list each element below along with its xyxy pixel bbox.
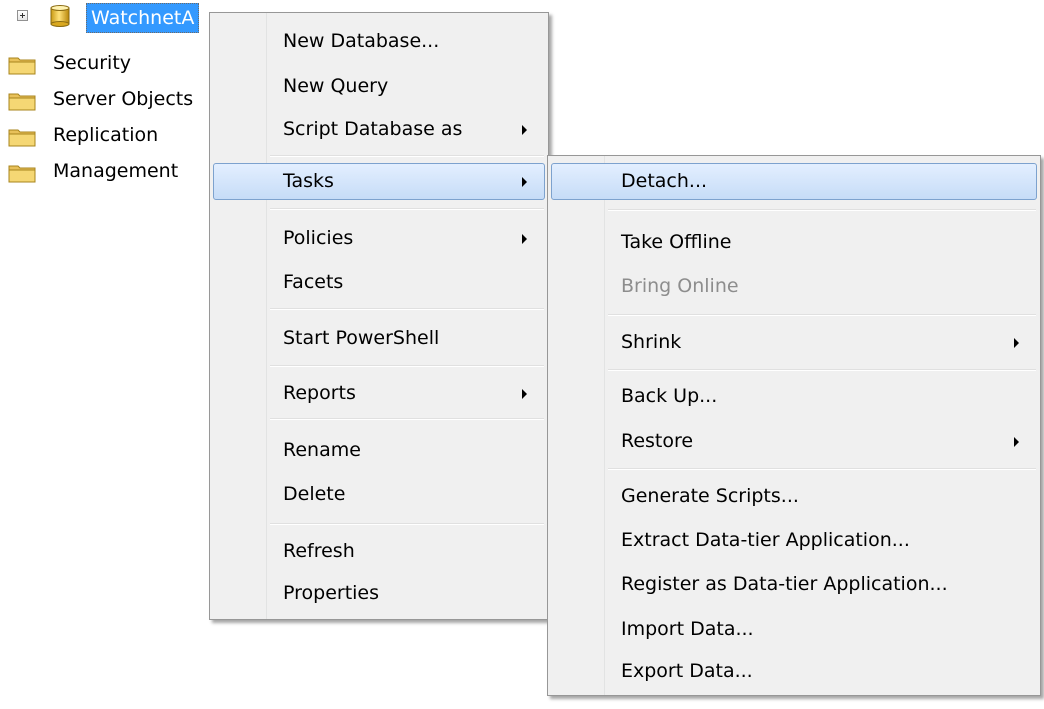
menu-item-rename[interactable]: Rename <box>213 432 545 469</box>
menu-separator <box>608 369 1036 371</box>
menu-item-label: Start PowerShell <box>283 327 440 349</box>
menu-item-label: Register as Data-tier Application... <box>621 573 948 595</box>
menu-item-extract-data-tier-application[interactable]: Extract Data-tier Application... <box>551 522 1037 559</box>
menu-separator <box>608 209 1036 211</box>
folder-label-server-objects[interactable]: Server Objects <box>53 88 193 110</box>
menu-item-label: Restore <box>621 430 694 452</box>
database-label[interactable]: WatchnetA <box>86 3 200 33</box>
menu-item-label: Shrink <box>621 331 682 353</box>
menu-item-label: Detach... <box>621 170 708 192</box>
menu-separator <box>270 365 544 367</box>
menu-separator <box>270 523 544 525</box>
tree-node-security[interactable]: Security <box>0 50 230 76</box>
submenu-arrow-icon <box>522 125 527 135</box>
tasks-submenu: Detach... Take Offline Bring Online Shri… <box>547 155 1041 696</box>
menu-separator <box>608 468 1036 470</box>
menu-item-refresh[interactable]: Refresh <box>213 533 545 570</box>
menu-item-register-data-tier-application[interactable]: Register as Data-tier Application... <box>551 566 1037 603</box>
menu-item-label: Export Data... <box>621 660 753 682</box>
menu-item-label: Facets <box>283 271 344 293</box>
menu-item-shrink[interactable]: Shrink <box>551 324 1037 361</box>
menu-item-tasks[interactable]: Tasks <box>213 163 545 200</box>
menu-separator <box>608 314 1036 316</box>
folder-label-management[interactable]: Management <box>53 160 178 182</box>
menu-item-label: Extract Data-tier Application... <box>621 529 910 551</box>
menu-item-generate-scripts[interactable]: Generate Scripts... <box>551 478 1037 515</box>
menu-separator <box>270 208 544 210</box>
folder-icon <box>8 93 36 111</box>
menu-item-start-powershell[interactable]: Start PowerShell <box>213 320 545 357</box>
folder-label-replication[interactable]: Replication <box>53 124 158 146</box>
database-icon <box>50 5 70 27</box>
folder-icon <box>8 165 36 183</box>
expand-plus-icon[interactable] <box>17 10 28 21</box>
menu-separator <box>270 418 544 420</box>
menu-item-label: Take Offline <box>621 231 732 253</box>
menu-item-label: New Database... <box>283 30 440 52</box>
tree-node-management[interactable]: Management <box>0 158 230 184</box>
menu-item-label: Properties <box>283 582 380 604</box>
menu-item-bring-online: Bring Online <box>551 268 1037 305</box>
submenu-arrow-icon <box>522 234 527 244</box>
menu-item-label: Policies <box>283 227 354 249</box>
menu-item-label: Rename <box>283 439 361 461</box>
menu-item-export-data[interactable]: Export Data... <box>551 653 1037 690</box>
menu-item-label: Back Up... <box>621 385 718 407</box>
menu-item-delete[interactable]: Delete <box>213 476 545 513</box>
tree-node-database[interactable]: WatchnetA <box>0 0 230 36</box>
menu-item-label: Delete <box>283 483 346 505</box>
menu-item-reports[interactable]: Reports <box>213 375 545 412</box>
menu-separator <box>270 155 544 157</box>
folder-icon <box>8 57 36 75</box>
menu-separator <box>270 308 544 310</box>
menu-item-policies[interactable]: Policies <box>213 220 545 257</box>
menu-item-properties[interactable]: Properties <box>213 575 545 612</box>
menu-item-label: Generate Scripts... <box>621 485 799 507</box>
menu-item-label: Import Data... <box>621 618 754 640</box>
menu-item-facets[interactable]: Facets <box>213 264 545 301</box>
menu-item-detach[interactable]: Detach... <box>551 163 1037 200</box>
menu-item-import-data[interactable]: Import Data... <box>551 611 1037 648</box>
menu-item-label: Script Database as <box>283 118 463 140</box>
tree-node-replication[interactable]: Replication <box>0 122 230 148</box>
menu-item-label: Refresh <box>283 540 355 562</box>
submenu-arrow-icon <box>522 389 527 399</box>
menu-item-new-query[interactable]: New Query <box>213 68 545 105</box>
menu-item-script-database-as[interactable]: Script Database as <box>213 111 545 148</box>
menu-item-back-up[interactable]: Back Up... <box>551 378 1037 415</box>
submenu-arrow-icon <box>1014 338 1019 348</box>
folder-label-security[interactable]: Security <box>53 52 131 74</box>
menu-item-label: Bring Online <box>621 275 739 297</box>
folder-icon <box>8 129 36 147</box>
database-context-menu: New Database... New Query Script Databas… <box>209 12 549 620</box>
menu-item-restore[interactable]: Restore <box>551 423 1037 460</box>
menu-item-label: Reports <box>283 382 356 404</box>
menu-item-label: Tasks <box>283 170 334 192</box>
object-explorer-tree: WatchnetA Security Server Objects Replic… <box>0 0 230 200</box>
menu-item-new-database[interactable]: New Database... <box>213 23 545 60</box>
tree-node-server-objects[interactable]: Server Objects <box>0 86 230 112</box>
menu-item-take-offline[interactable]: Take Offline <box>551 224 1037 261</box>
menu-item-label: New Query <box>283 75 389 97</box>
submenu-arrow-icon <box>1014 437 1019 447</box>
submenu-arrow-icon <box>522 177 527 187</box>
